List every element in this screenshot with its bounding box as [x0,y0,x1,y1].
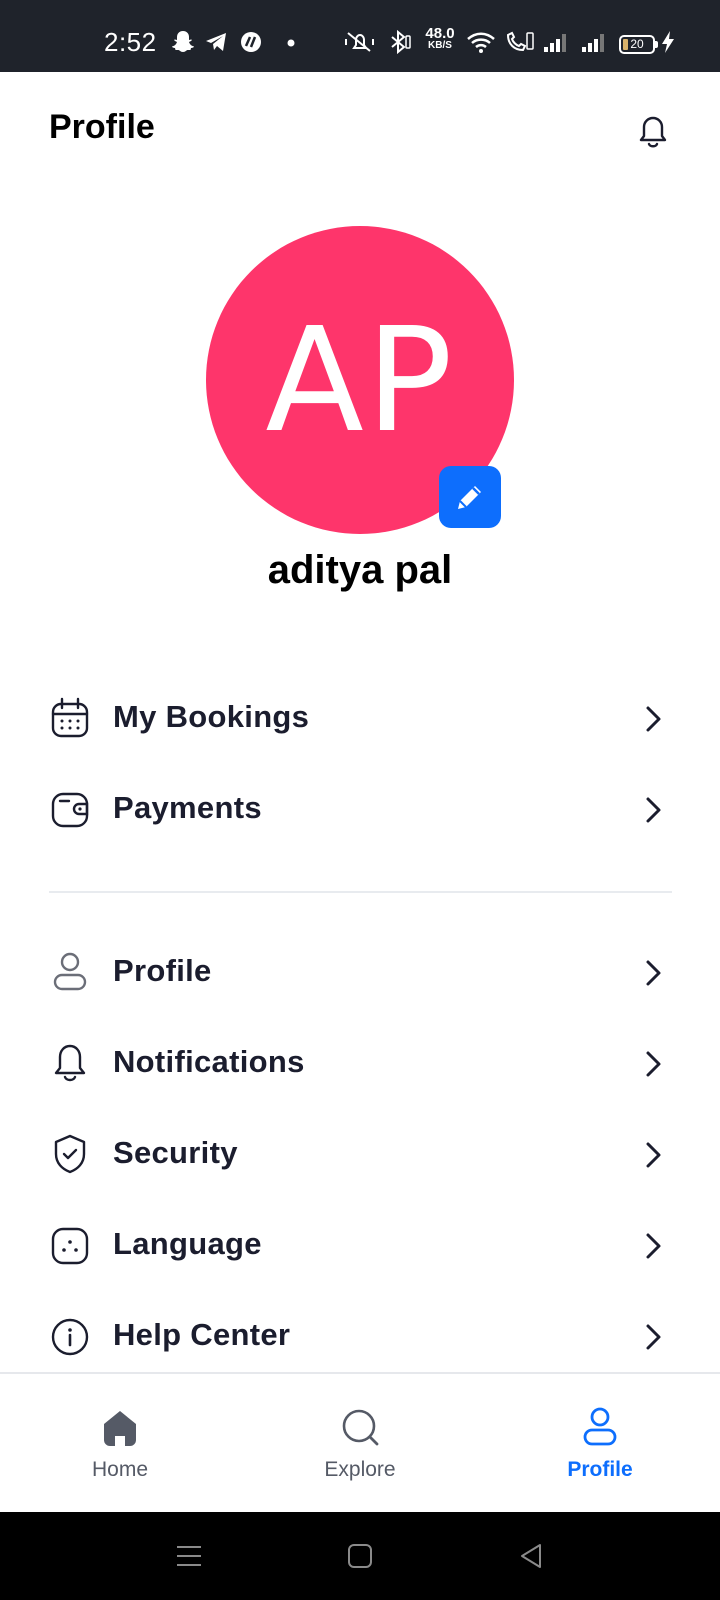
menu-item-notifications[interactable]: Notifications [0,1023,720,1103]
language-icon [51,1227,89,1265]
status-bar: 2:52 48.0 KB/S 20 [0,0,720,72]
menu-item-label: Help Center [113,1317,291,1352]
chevron-right-icon [646,1051,661,1077]
menu-item-payments[interactable]: Payments [0,769,720,849]
chevron-right-icon [646,960,661,986]
wallet-icon [51,792,89,828]
menu-item-language[interactable]: Language [0,1205,720,1285]
menu-item-security[interactable]: Security [0,1114,720,1194]
wifi-icon [467,32,495,53]
menu-item-profile[interactable]: Profile [0,932,720,1012]
nav-label: Home [91,1458,149,1481]
nav-label: Explore [324,1458,396,1481]
menu-item-label: Security [113,1135,238,1170]
bottom-nav: Home Explore Profile [0,1372,720,1512]
volte-icon [506,31,534,52]
menu-item-label: Profile [113,953,212,988]
snapchat-icon [172,31,194,52]
signal-icon [544,34,566,52]
chevron-right-icon [646,1233,661,1259]
divider [49,891,672,893]
battery-icon: 20 [619,35,655,54]
menu-item-label: Language [113,1226,262,1261]
signal-icon [582,34,604,52]
telegram-icon [206,33,226,51]
calendar-icon [51,697,89,738]
nav-item-profile[interactable]: Profile [520,1374,680,1514]
user-name: aditya pal [267,548,453,592]
app-icon [241,32,261,52]
chevron-right-icon [646,706,661,732]
charging-icon [662,31,674,53]
chevron-right-icon [646,797,661,823]
pencil-icon [458,486,481,509]
chevron-right-icon [646,1142,661,1168]
home-button-icon[interactable] [346,1542,374,1570]
mute-icon [345,32,374,52]
status-time: 2:52 [104,27,157,57]
back-icon[interactable] [518,1542,546,1570]
user-icon [583,1407,617,1446]
menu-item-label: My Bookings [113,699,310,734]
home-icon [104,1411,136,1446]
user-icon [53,952,87,991]
system-nav-bar [0,1512,720,1600]
menu-item-label: Notifications [113,1044,305,1079]
nav-label: Profile [567,1458,633,1481]
bell-icon [54,1044,86,1082]
menu-item-help-center[interactable]: Help Center [0,1296,720,1376]
info-icon [51,1318,89,1356]
nav-item-home[interactable]: Home [40,1374,200,1514]
chevron-right-icon [646,1324,661,1350]
edit-avatar-button[interactable] [439,466,501,528]
menu-item-label: Payments [113,790,262,825]
shield-check-icon [54,1134,86,1174]
page-title: Profile [49,108,155,146]
net-speed: 48.0 KB/S [425,25,455,51]
menu-item-my-bookings[interactable]: My Bookings [0,678,720,758]
nav-item-explore[interactable]: Explore [280,1374,440,1514]
bell-icon[interactable] [634,112,672,152]
dot-icon [287,39,295,47]
menu-icon[interactable] [175,1542,203,1570]
bluetooth-icon [391,30,411,54]
search-icon [342,1409,379,1446]
